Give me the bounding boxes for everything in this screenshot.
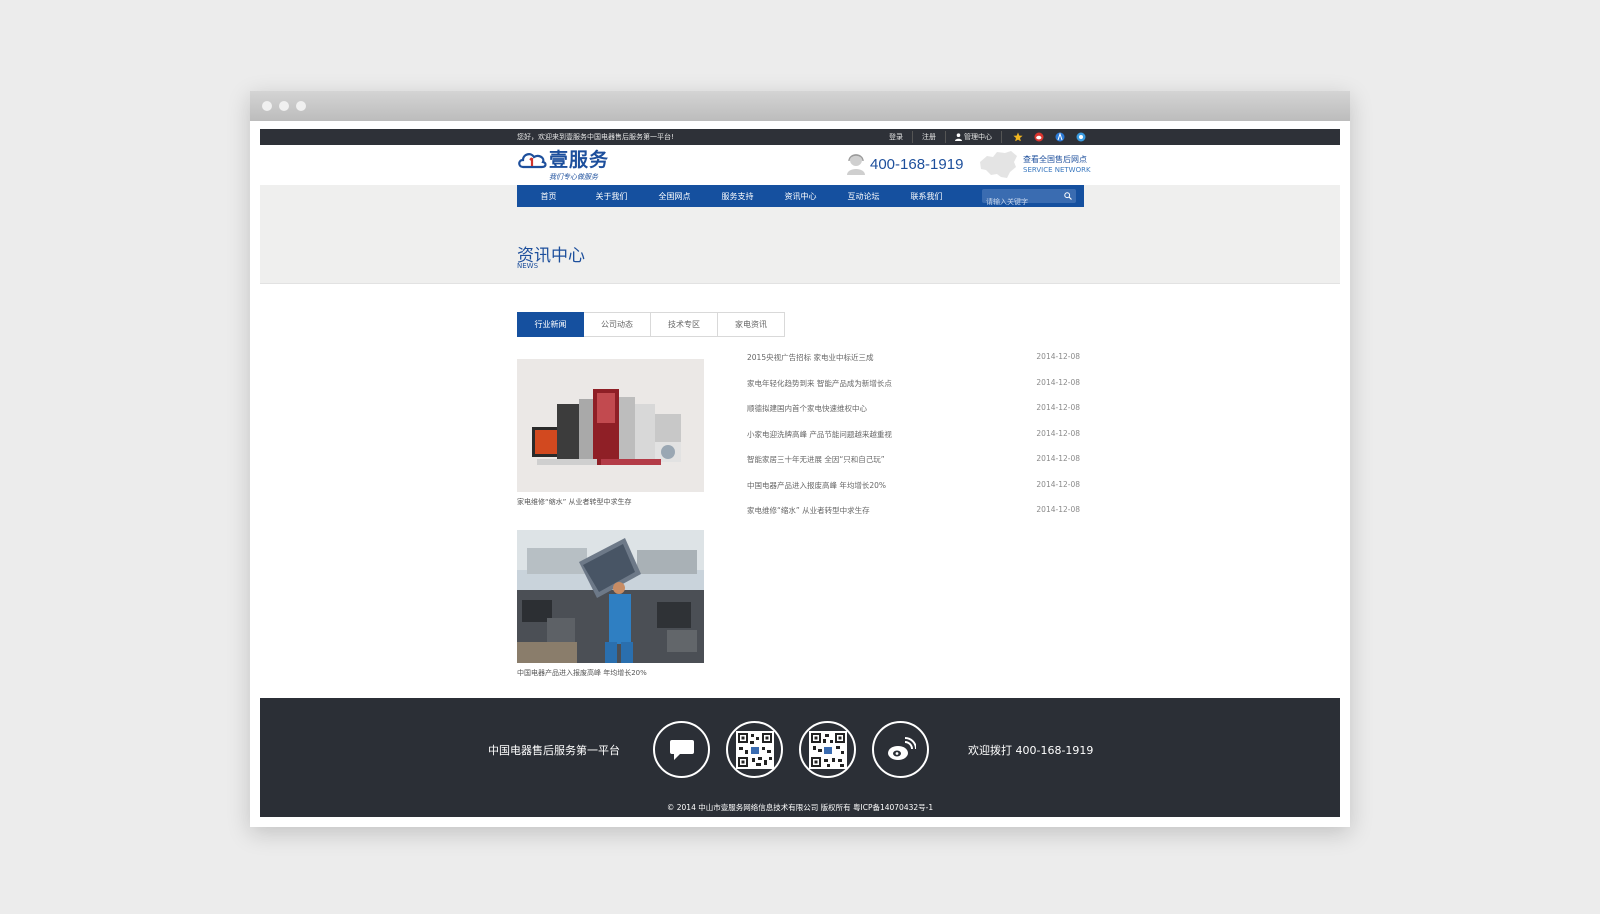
news-row[interactable]: 2015央视广告招标 家电业中标近三成 2014-12-08 [747, 352, 1080, 378]
top-links: 登录 注册 管理中心 [880, 131, 1086, 143]
feature-item[interactable]: 中国电器产品进入报废高峰 年均增长20% [517, 530, 704, 678]
nav-item-support[interactable]: 服务支持 [706, 191, 769, 202]
site-header: 壹服务 我们专心做服务 400-168-1919 查看全国售后网点 SERVIC… [260, 145, 1340, 185]
news-date: 2014-12-08 [1036, 428, 1080, 438]
admin-label: 管理中心 [964, 133, 992, 141]
tab-company-news[interactable]: 公司动态 [584, 312, 651, 337]
qr-code-icon [735, 730, 774, 769]
copyright-text: © 2014 中山市壹服务网络信息技术有限公司 版权所有 粤ICP备140704… [666, 803, 934, 812]
logo-text: 壹服务 [549, 149, 610, 171]
footer-hotline: 欢迎拨打 400-168-1919 [968, 744, 1094, 757]
star-favorite-icon[interactable] [1013, 132, 1023, 142]
hotline-number: 400-168-1919 [870, 155, 964, 173]
weibo-icon [887, 736, 916, 760]
search-box [982, 189, 1076, 209]
page-subtitle: NEWS [517, 262, 539, 270]
news-row[interactable]: 顺德拟建国内首个家电快速维权中心 2014-12-08 [747, 403, 1080, 429]
chat-icon [669, 739, 694, 760]
close-dot-icon[interactable] [262, 101, 272, 111]
qr-code-button[interactable] [799, 721, 856, 778]
news-date: 2014-12-08 [1036, 403, 1080, 412]
news-row[interactable]: 中国电器产品进入报废高峰 年均增长20% 2014-12-08 [747, 480, 1080, 506]
china-map-icon [980, 151, 1017, 178]
news-date: 2014-12-08 [1036, 352, 1080, 361]
news-row[interactable]: 家电维修“缩水” 从业者转型中求生存 2014-12-08 [747, 505, 1080, 531]
footer-slogan: 中国电器售后服务第一平台 [488, 744, 620, 757]
cloud-logo-icon [518, 153, 547, 169]
top-bar: 您好，欢迎来到壹服务中国电器售后服务第一平台! 登录 注册 管理中心 [260, 129, 1340, 145]
tencent-weibo-icon[interactable] [1055, 132, 1065, 142]
feature-item[interactable]: 家电维修“缩水” 从业者转型中求生存 [517, 359, 704, 507]
network-cn-text: 查看全国售后网点 [1023, 155, 1087, 164]
site-logo[interactable]: 壹服务 [517, 149, 609, 171]
main-nav: 首页 关于我们 全国网点 服务支持 资讯中心 互动论坛 联系我们 [517, 185, 1084, 209]
qr-code-icon [808, 730, 847, 769]
news-title[interactable]: 2015央视广告招标 家电业中标近三成 [747, 352, 873, 378]
register-link[interactable]: 注册 [913, 131, 946, 143]
nav-item-news[interactable]: 资讯中心 [769, 191, 832, 202]
search-input[interactable] [982, 195, 1058, 209]
window-titlebar [250, 91, 1350, 121]
news-title[interactable]: 家电年轻化趋势到来 智能产品成为新增长点 [747, 378, 892, 404]
news-title[interactable]: 智能家居三十年无进展 全因“只和自己玩” [747, 454, 885, 480]
title-banner: 首页 关于我们 全国网点 服务支持 资讯中心 互动论坛 联系我们 资讯中心 NE… [260, 185, 1340, 284]
nav-item-about[interactable]: 关于我们 [580, 191, 643, 202]
search-icon[interactable] [1064, 192, 1072, 200]
welcome-text: 您好，欢迎来到壹服务中国电器售后服务第一平台! [517, 133, 674, 141]
customer-service-icon [847, 154, 865, 175]
news-row[interactable]: 家电年轻化趋势到来 智能产品成为新增长点 2014-12-08 [747, 378, 1080, 404]
news-title[interactable]: 小家电迎洗牌高峰 产品节能问题越来越重视 [747, 429, 892, 455]
news-title[interactable]: 顺德拟建国内首个家电快速维权中心 [747, 403, 867, 429]
nav-item-home[interactable]: 首页 [517, 191, 580, 202]
tab-tech-zone[interactable]: 技术专区 [651, 312, 718, 337]
feature-caption[interactable]: 中国电器产品进入报废高峰 年均增长20% [517, 668, 704, 678]
weibo-button[interactable] [872, 721, 929, 778]
nav-item-forum[interactable]: 互动论坛 [832, 191, 895, 202]
recycling-worker-image[interactable] [517, 530, 704, 663]
news-title[interactable]: 中国电器产品进入报废高峰 年均增长20% [747, 480, 886, 506]
tab-industry-news[interactable]: 行业新闻 [517, 312, 584, 337]
tab-appliance-news[interactable]: 家电资讯 [718, 312, 785, 337]
news-date: 2014-12-08 [1036, 505, 1080, 514]
login-link[interactable]: 登录 [880, 131, 913, 143]
news-date: 2014-12-08 [1036, 377, 1080, 387]
qq-zone-icon[interactable] [1076, 132, 1086, 142]
news-row[interactable]: 智能家居三十年无进展 全因“只和自己玩” 2014-12-08 [747, 454, 1080, 480]
logo-slogan: 我们专心做服务 [549, 173, 598, 181]
feature-caption[interactable]: 家电维修“缩水” 从业者转型中求生存 [517, 497, 704, 507]
news-title[interactable]: 家电维修“缩水” 从业者转型中求生存 [747, 505, 870, 531]
news-row[interactable]: 小家电迎洗牌高峰 产品节能问题越来越重视 2014-12-08 [747, 429, 1080, 455]
minimize-dot-icon[interactable] [279, 101, 289, 111]
qr-code-button[interactable] [726, 721, 783, 778]
news-tabs: 行业新闻 公司动态 技术专区 家电资讯 [517, 312, 785, 337]
nav-item-contact[interactable]: 联系我们 [895, 191, 958, 202]
service-network-link[interactable]: 查看全国售后网点 SERVICE NETWORK [977, 150, 1091, 180]
appliances-image[interactable] [517, 359, 704, 492]
user-icon [955, 133, 962, 141]
news-date: 2014-12-08 [1036, 479, 1080, 489]
news-date: 2014-12-08 [1036, 454, 1080, 463]
nav-item-network[interactable]: 全国网点 [643, 191, 706, 202]
news-list: 2015央视广告招标 家电业中标近三成 2014-12-08 家电年轻化趋势到来 … [747, 352, 1080, 531]
weibo-icon[interactable] [1034, 132, 1044, 142]
admin-link[interactable]: 管理中心 [946, 131, 1002, 143]
chat-button[interactable] [653, 721, 710, 778]
hotline: 400-168-1919 [846, 153, 963, 175]
site-footer: 中国电器售后服务第一平台 欢迎拨打 400-168-1919 © 2014 中山… [260, 698, 1340, 817]
maximize-dot-icon[interactable] [296, 101, 306, 111]
browser-window: 您好，欢迎来到壹服务中国电器售后服务第一平台! 登录 注册 管理中心 壹服务 我… [250, 91, 1350, 827]
page-content: 您好，欢迎来到壹服务中国电器售后服务第一平台! 登录 注册 管理中心 壹服务 我… [260, 129, 1340, 817]
network-en-text: SERVICE NETWORK [1023, 166, 1091, 174]
